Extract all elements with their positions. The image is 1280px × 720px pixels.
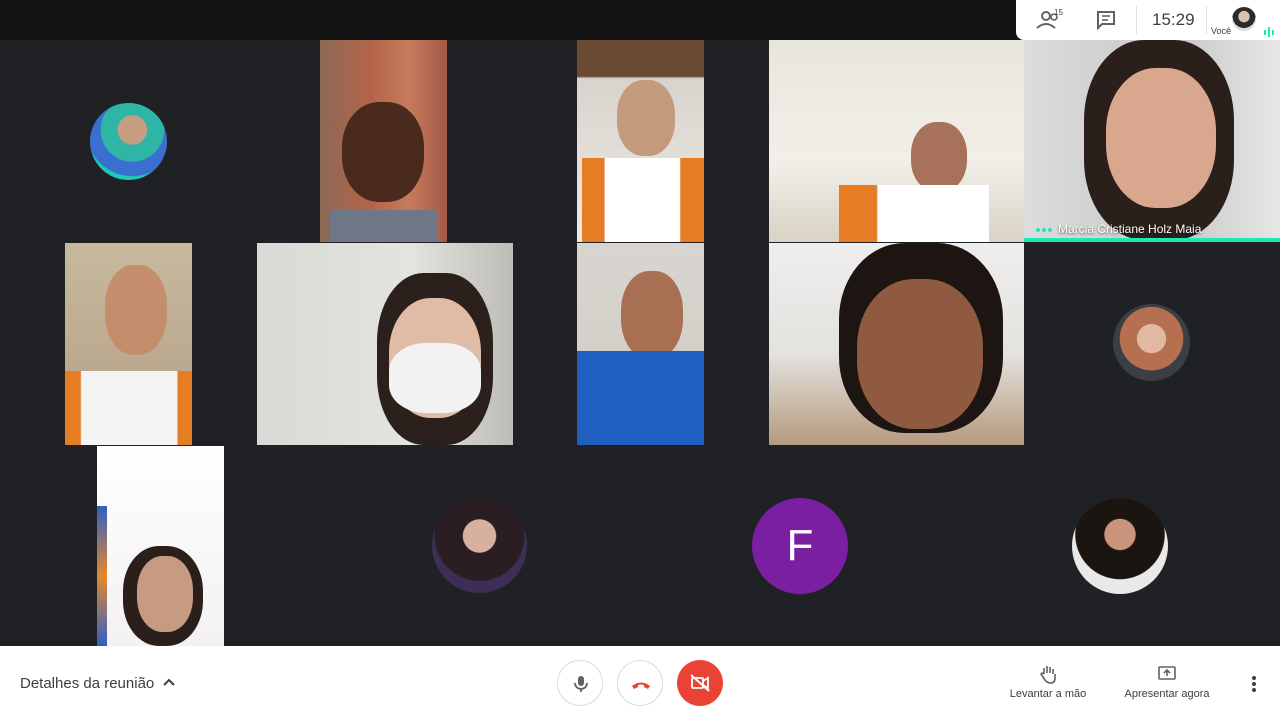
meeting-info-panel: 15 15:29 Você xyxy=(1016,0,1280,40)
participant-avatar xyxy=(1072,498,1168,594)
participant-face xyxy=(617,80,675,156)
participant-face xyxy=(911,122,967,192)
bottom-control-bar: Detalhes da reunião Levantar a mão Apres… xyxy=(0,646,1280,720)
microphone-button[interactable] xyxy=(557,660,603,706)
meeting-details-button[interactable]: Detalhes da reunião xyxy=(20,675,154,692)
self-avatar[interactable] xyxy=(1232,7,1256,31)
participant-face xyxy=(1106,68,1216,208)
participant-video xyxy=(97,446,224,646)
participant-shirt xyxy=(582,158,704,242)
participant-video xyxy=(577,243,704,445)
divider xyxy=(1136,6,1137,34)
participant-shirt xyxy=(65,371,192,445)
background-stripe xyxy=(97,506,107,646)
raise-hand-icon xyxy=(1040,666,1056,684)
participant-video xyxy=(320,40,447,242)
participant-face xyxy=(857,279,983,429)
participant-face xyxy=(621,271,683,359)
present-now-button[interactable]: Apresentar agora xyxy=(1122,664,1212,700)
participant-shirt xyxy=(330,210,438,242)
chat-icon[interactable] xyxy=(1096,10,1116,30)
participant-avatar xyxy=(1113,304,1190,381)
participant-avatar xyxy=(432,498,527,593)
active-speaker-bar xyxy=(1024,238,1280,242)
participant-letter-avatar: F xyxy=(752,498,848,594)
participant-shirt xyxy=(577,351,704,445)
microphone-icon xyxy=(574,676,588,692)
participant-video xyxy=(577,40,704,242)
participant-video xyxy=(65,243,192,445)
speaking-indicator-icon xyxy=(1036,228,1052,232)
participant-face xyxy=(137,556,193,632)
participant-count: 15 xyxy=(1054,8,1063,17)
face-mask xyxy=(389,343,481,413)
participant-face xyxy=(342,102,424,202)
meeting-time: 15:29 xyxy=(1152,10,1195,29)
participant-video xyxy=(257,243,513,445)
chevron-up-icon[interactable] xyxy=(162,676,176,690)
avatar-letter: F xyxy=(786,521,814,570)
participant-video xyxy=(769,243,1024,445)
participant-shirt xyxy=(839,185,989,242)
featured-participant-video: Marcia Cristiane Holz Maia xyxy=(1024,40,1280,242)
participant-face xyxy=(105,265,167,355)
present-now-label: Apresentar agora xyxy=(1124,688,1210,700)
camera-off-button[interactable] xyxy=(677,660,723,706)
raise-hand-button[interactable]: Levantar a mão xyxy=(1008,664,1088,700)
self-label: Você xyxy=(1211,26,1232,36)
participant-video xyxy=(769,40,1024,242)
camera-off-icon xyxy=(690,674,710,692)
participant-name: Marcia Cristiane Holz Maia xyxy=(1058,222,1202,236)
present-screen-icon xyxy=(1158,666,1176,680)
raise-hand-label: Levantar a mão xyxy=(1009,688,1087,700)
end-call-icon xyxy=(632,682,650,689)
divider xyxy=(1206,6,1207,34)
more-options-icon[interactable] xyxy=(1246,674,1262,694)
audio-level-icon xyxy=(1264,27,1274,37)
end-call-button[interactable] xyxy=(617,660,663,706)
participant-avatar xyxy=(90,103,167,180)
